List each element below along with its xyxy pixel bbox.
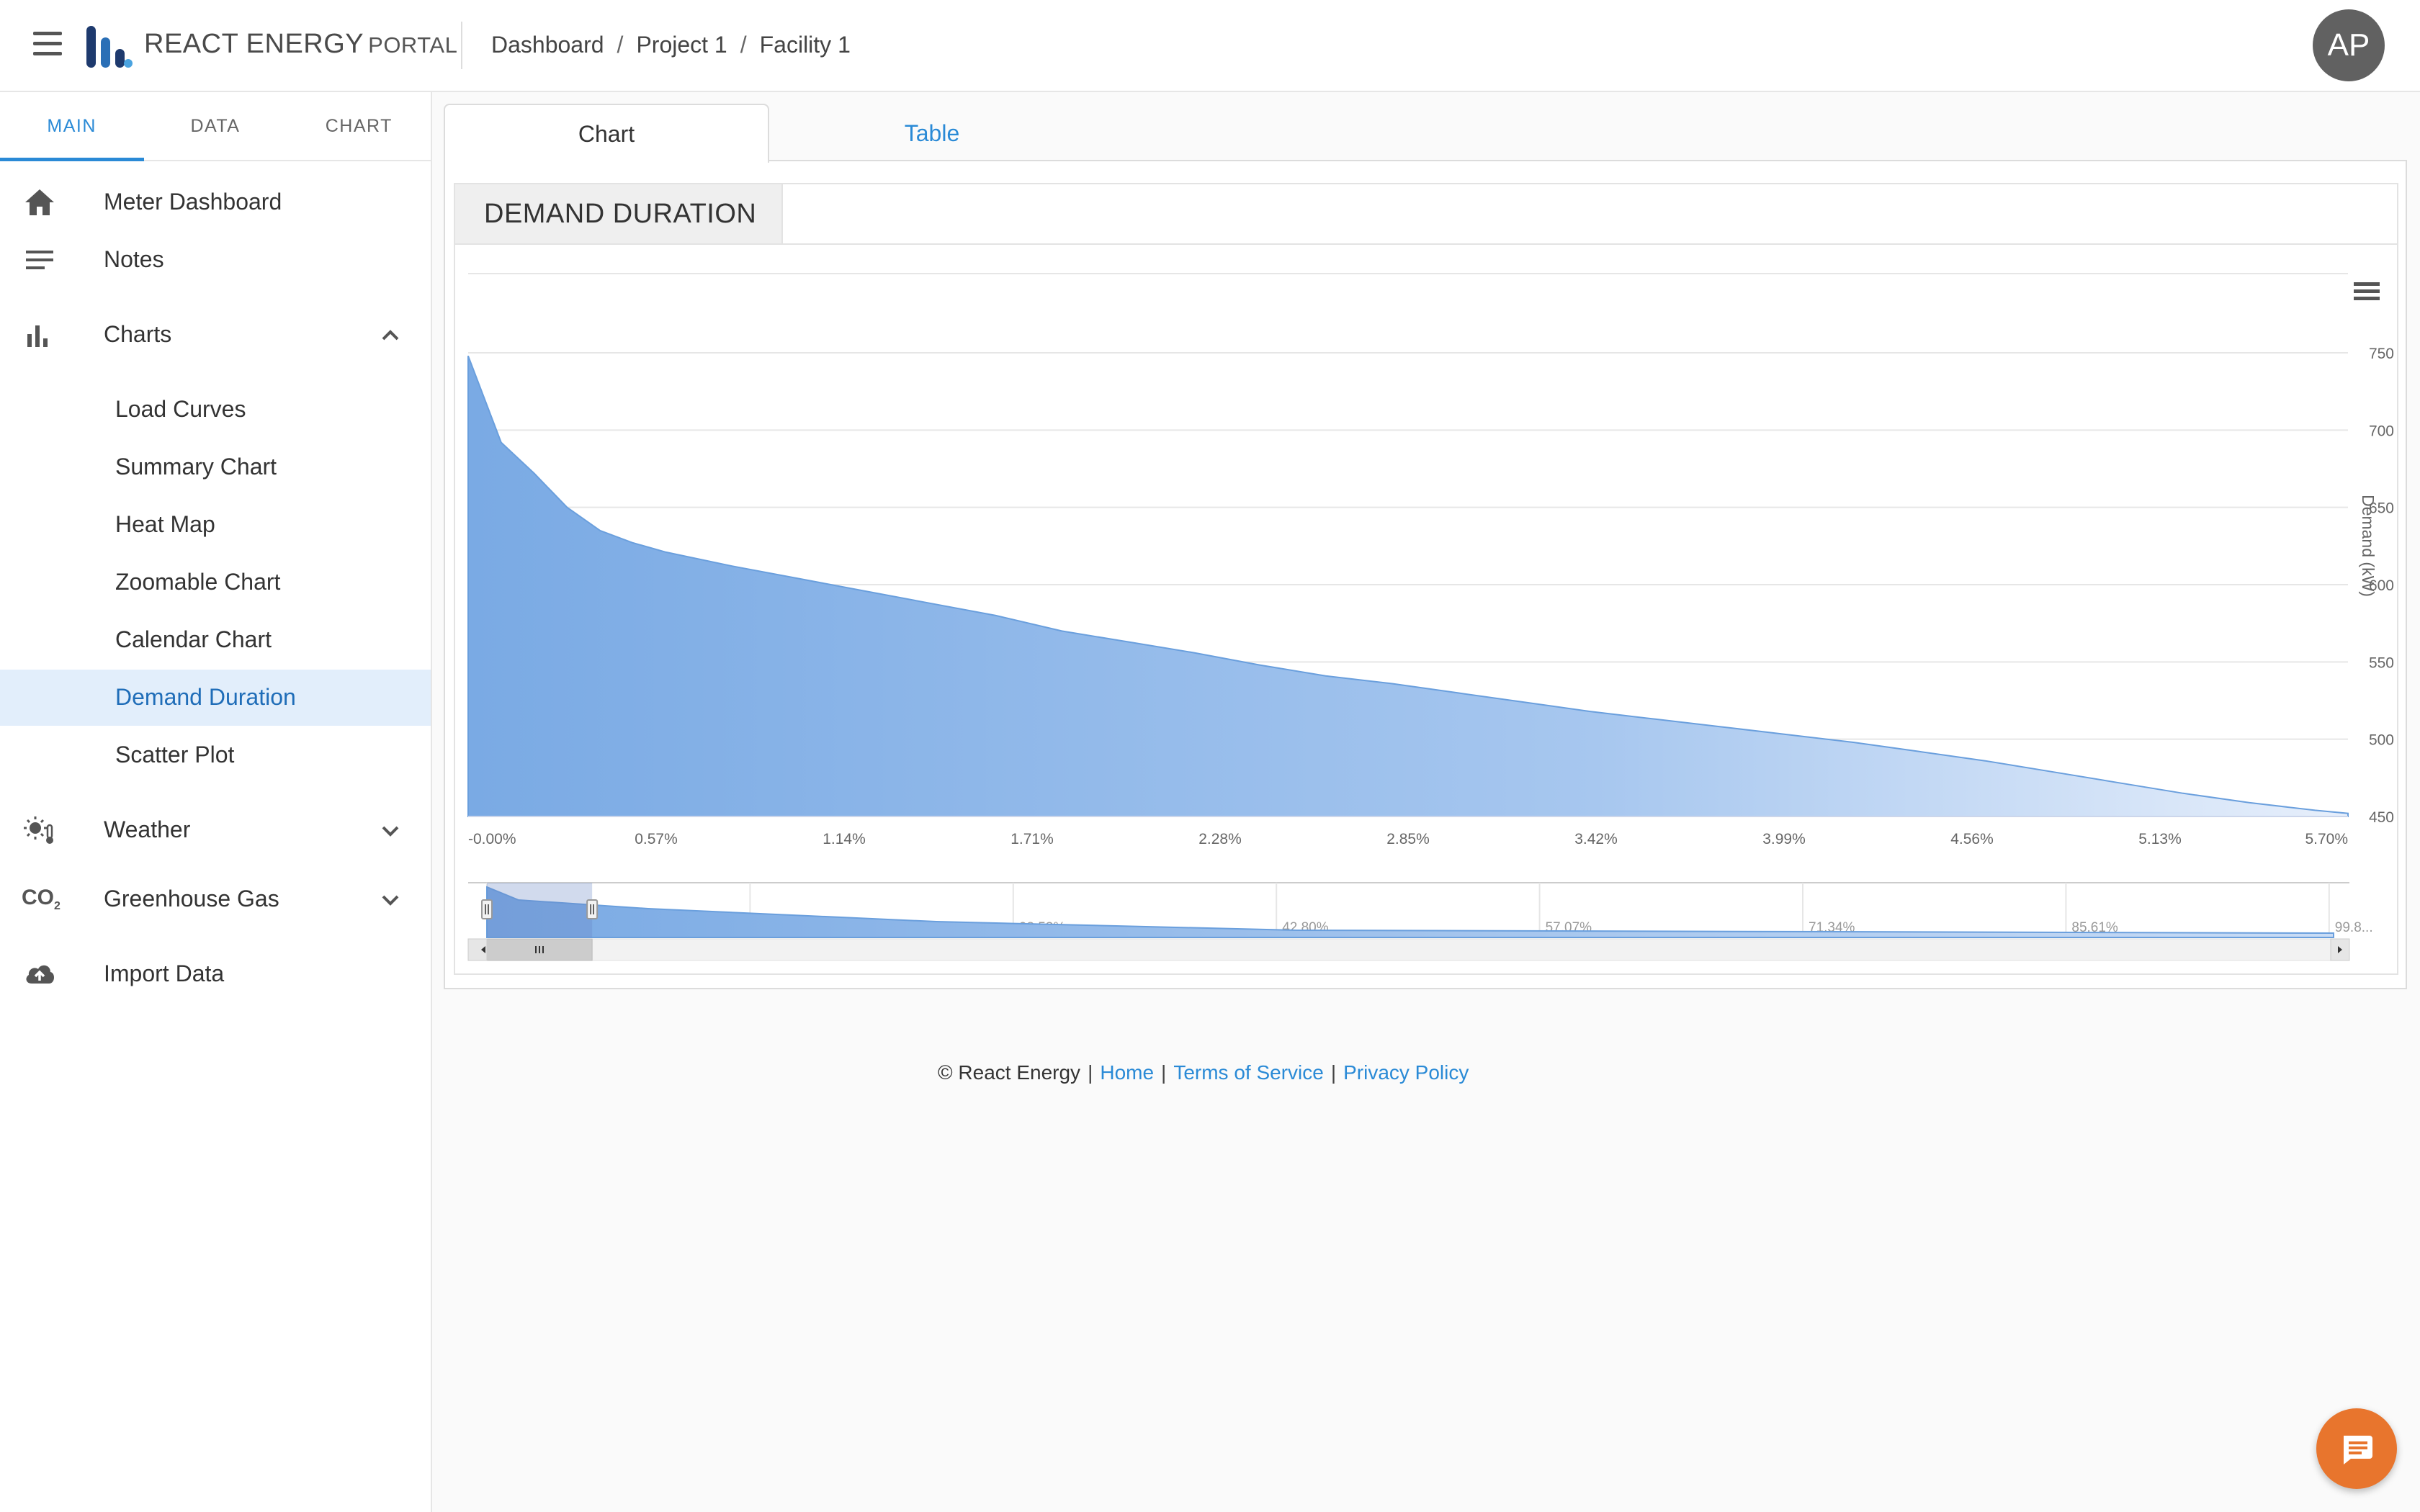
x-tick-label: 2.28% <box>1198 831 1242 847</box>
x-tick-label: 2.85% <box>1386 831 1430 847</box>
footer-copyright: © React Energy <box>938 1061 1081 1084</box>
x-tick-label: 5.13% <box>2138 831 2182 847</box>
tab-chart[interactable]: Chart <box>444 104 769 163</box>
y-tick-label: 700 <box>2369 423 2394 439</box>
chat-icon <box>2344 1436 2372 1464</box>
chart-context-menu-icon[interactable] <box>2354 282 2380 300</box>
x-tick-label: 0.57% <box>635 831 678 847</box>
navigator-area-series <box>486 886 2334 938</box>
y-tick-label: 500 <box>2369 732 2394 749</box>
handle-body <box>586 899 599 919</box>
footer-link-home[interactable]: Home <box>1100 1061 1154 1084</box>
x-tick-label: 3.42% <box>1574 831 1618 847</box>
footer-separator: | <box>1330 1061 1337 1084</box>
navigator-scrollbar[interactable] <box>467 938 2350 961</box>
footer-link-terms[interactable]: Terms of Service <box>1173 1061 1324 1084</box>
footer-separator: | <box>1161 1061 1167 1084</box>
y-tick-label: 450 <box>2369 809 2394 826</box>
footer-separator: | <box>1088 1061 1093 1084</box>
navigator-handle-left[interactable] <box>481 899 493 919</box>
navigator-handle-right[interactable] <box>586 899 599 919</box>
x-tick-label: 4.56% <box>1950 831 1994 847</box>
footer-link-privacy[interactable]: Privacy Policy <box>1343 1061 1469 1084</box>
footer: © React Energy | Home | Terms of Service | Pri… <box>938 1061 1469 1084</box>
x-tick-label: -0.00% <box>468 831 516 847</box>
x-tick-label: 5.70% <box>2305 831 2348 847</box>
x-tick-label: 1.14% <box>823 831 866 847</box>
y-tick-label: 750 <box>2369 346 2394 362</box>
x-tick-label: 1.71% <box>1010 831 1054 847</box>
demand-duration-chart: 750700650600550500450 -0.00% 0.57% 1.14% 1.… <box>467 273 2394 961</box>
handle-body <box>481 899 493 919</box>
y-tick-label: 550 <box>2369 654 2394 671</box>
navigator-tick-label: 99.8... <box>2335 920 2373 935</box>
y-axis-label: Demand (kW) <box>2359 495 2378 597</box>
x-tick-label: 3.99% <box>1762 831 1806 847</box>
navigator-selection <box>487 883 593 937</box>
chat-button[interactable] <box>2316 1408 2397 1489</box>
chart-layer: 750 700 650 600 550 500 450 -0.00% 0.57% 1.14% 1.… <box>0 0 2420 1512</box>
demand-area-series <box>467 355 2349 817</box>
scrollbar-track <box>467 938 2350 961</box>
